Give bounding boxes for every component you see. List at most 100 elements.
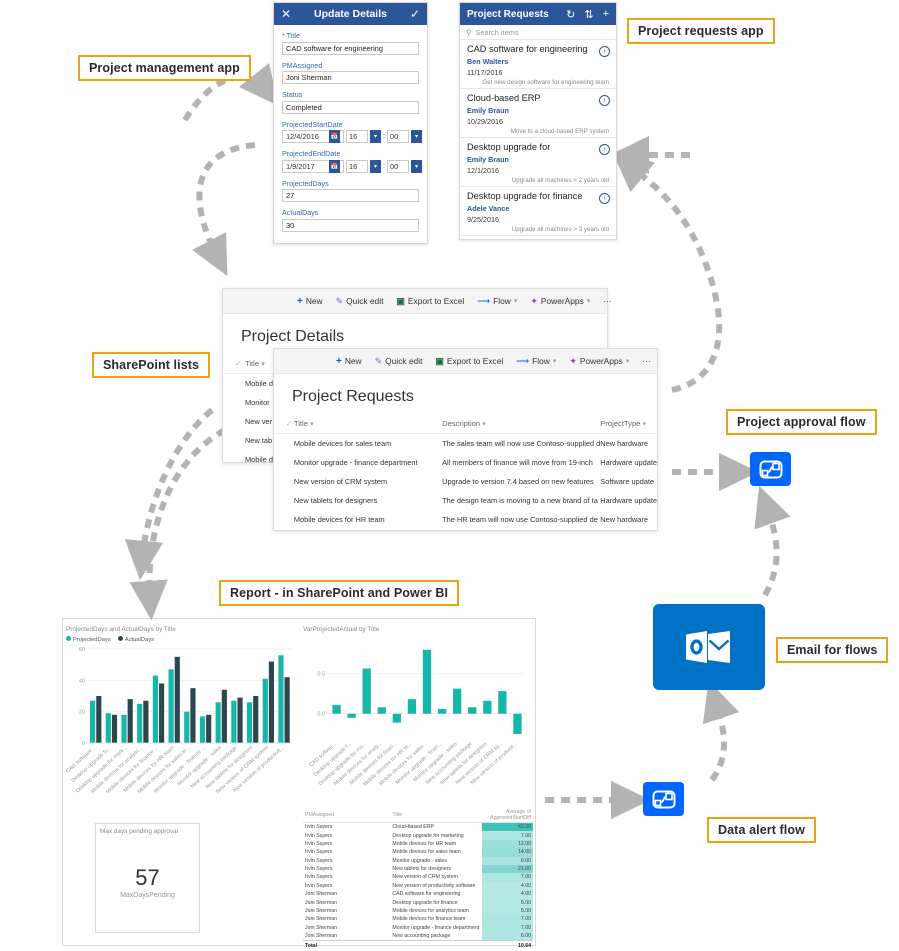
item-person: Ben Walters	[467, 56, 509, 66]
pmassigned-field[interactable]: Joni Sherman	[282, 71, 419, 84]
checkmark-icon[interactable]: ✓	[410, 7, 420, 21]
chevron-down-icon[interactable]: ▾	[370, 130, 381, 143]
chevron-down-icon: ▾	[552, 358, 557, 365]
more-options-button[interactable]: ···	[642, 356, 650, 366]
start-hour-value: 16	[349, 132, 358, 141]
calendar-icon[interactable]: 📅	[329, 159, 340, 173]
chevron-down-icon[interactable]: ▾	[482, 421, 486, 428]
cell-projecttype: Hardware update	[600, 458, 657, 467]
table-row[interactable]: New tablets for designers The design team…	[274, 491, 657, 510]
chevron-right-icon[interactable]: ›	[599, 46, 610, 57]
item-title: CAD software for engineering	[467, 44, 588, 54]
quick-edit-label: Quick edit	[346, 296, 384, 306]
export-to-excel-button[interactable]: ▣ Export to Excel	[396, 296, 464, 307]
actualdays-field[interactable]: 30	[282, 218, 419, 232]
end-minute-value: 00	[389, 161, 399, 171]
flow-label: Flow	[532, 356, 550, 366]
table-row[interactable]: New version of CRM system Upgrade to vers…	[274, 472, 657, 491]
pencil-icon: ✎	[374, 355, 383, 366]
field-label-title: * Title	[282, 31, 300, 40]
status-field[interactable]: Completed	[282, 100, 419, 114]
more-options-button[interactable]: ···	[603, 296, 611, 306]
chevron-down-icon: ▾	[513, 298, 518, 305]
chevron-down-icon: ▾	[625, 358, 630, 365]
powerapps-update-details-form: ✕ Update Details ✓ * Title CAD software …	[273, 2, 428, 244]
select-all-checkbox[interactable]: ✓	[223, 355, 245, 374]
chevron-down-icon[interactable]: ▾	[410, 159, 422, 173]
chevron-right-icon[interactable]: ›	[599, 95, 610, 106]
table-row[interactable]: Mobile devices for sales team The sales t…	[274, 434, 657, 454]
list-item[interactable]: Desktop upgrade for Emily Braun 12/1/201…	[460, 138, 616, 187]
table-header-row: ✓ Title ▾ Description ▾ ProjectType ▾	[274, 415, 657, 434]
projectedenddate-field[interactable]: 1/9/2017 📅	[282, 159, 344, 173]
chevron-right-icon[interactable]: ›	[599, 144, 610, 155]
more-label: ···	[603, 296, 612, 306]
new-button[interactable]: + New	[297, 296, 323, 307]
list-item[interactable]: Cloud-based ERP Emily Braun 10/29/2016 M…	[460, 89, 616, 138]
export-to-excel-button[interactable]: ▣ Export to Excel	[435, 356, 503, 367]
chevron-down-icon[interactable]: ▾	[370, 159, 381, 173]
search-input[interactable]: ⚲ Search items	[460, 25, 616, 40]
start-minute-field[interactable]: 00	[386, 130, 409, 143]
time-colon: :	[383, 133, 385, 140]
select-all-checkbox[interactable]: ✓	[274, 415, 294, 434]
sort-icon[interactable]: ⇅	[584, 8, 593, 21]
requests-table: ✓ Title ▾ Description ▾ ProjectType ▾ Mo…	[274, 415, 657, 529]
end-hour-value: 16	[349, 161, 358, 171]
close-icon[interactable]: ✕	[281, 7, 291, 21]
powerapps-label: PowerApps	[540, 296, 584, 306]
powerapps-menu-button[interactable]: ✦ PowerApps ▾	[569, 356, 629, 367]
search-icon: ⚲	[466, 27, 472, 37]
cell-projecttype: Hardware update	[600, 496, 657, 505]
email-for-flows-icon[interactable]	[653, 604, 765, 690]
cell-projecttype: New hardware	[600, 439, 648, 448]
quick-edit-button[interactable]: ✎ Quick edit	[336, 296, 384, 307]
table-row[interactable]: Monitor upgrade - finance department All …	[274, 453, 657, 472]
plus-icon[interactable]: +	[603, 8, 609, 20]
end-minute-field[interactable]: 00	[386, 159, 409, 173]
cell-title: Mobile devices for HR team	[293, 515, 385, 524]
column-header-projecttype: ProjectType ▾	[600, 415, 657, 434]
powerapps-icon: ✦	[569, 355, 577, 366]
cell-description: The sales team will now use Contoso-supp…	[442, 439, 601, 448]
chevron-down-icon[interactable]: ▾	[310, 421, 314, 428]
new-label: New	[305, 296, 323, 306]
refresh-icon[interactable]: ↻	[566, 8, 575, 21]
powerapps-menu-button[interactable]: ✦ PowerApps ▾	[530, 296, 590, 307]
item-title: Desktop upgrade for finance	[467, 191, 583, 201]
callout-sharepoint-lists: SharePoint lists	[92, 352, 211, 378]
title-field[interactable]: CAD software for engineering	[282, 41, 419, 55]
projectedstartdate-field[interactable]: 12/4/2016 📅	[282, 130, 344, 143]
chevron-down-icon[interactable]: ▾	[261, 361, 265, 368]
calendar-icon[interactable]: 📅	[329, 130, 340, 143]
plus-icon: +	[297, 295, 303, 307]
column-header-title: Title ▾	[293, 415, 443, 434]
cell-description: Upgrade to version 7.4 based on new feat…	[442, 477, 594, 486]
chevron-down-icon[interactable]: ▾	[410, 130, 422, 143]
microsoft-flow-icon	[750, 452, 791, 486]
callout-project-approval-flow: Project approval flow	[726, 409, 877, 435]
start-hour-field[interactable]: 16	[346, 130, 368, 143]
projecteddays-field[interactable]: 27	[282, 189, 419, 202]
new-button[interactable]: + New	[336, 356, 362, 367]
cell-description: All members of finance will move from 19…	[442, 458, 593, 467]
end-hour-field[interactable]: 16	[346, 159, 368, 173]
item-title: Cloud-based ERP	[467, 93, 541, 103]
export-label: Export to Excel	[407, 296, 465, 306]
data-alert-flow-icon[interactable]	[643, 782, 684, 816]
quick-edit-button[interactable]: ✎ Quick edit	[375, 356, 423, 367]
chevron-down-icon[interactable]: ▾	[643, 421, 647, 428]
cell-description: The HR team will now use Contoso-supplie…	[442, 515, 598, 524]
list-item[interactable]: Desktop upgrade for finance Adele Vance …	[460, 187, 616, 236]
start-minute-value: 00	[389, 132, 399, 141]
flow-menu-button[interactable]: ⟶ Flow ▾	[516, 356, 556, 367]
list-item[interactable]: CAD software for engineering Ben Walters…	[460, 40, 616, 89]
item-desc: Upgrade all machines > 3 years old	[511, 225, 609, 233]
project-approval-flow-icon[interactable]	[750, 452, 791, 486]
chevron-right-icon[interactable]: ›	[599, 193, 610, 204]
export-label: Export to Excel	[446, 356, 504, 366]
table-row[interactable]: Mobile devices for HR team The HR team wi…	[274, 510, 657, 529]
form-header: ✕ Update Details ✓	[274, 3, 427, 25]
item-desc: Get new design software for engineering …	[482, 78, 609, 86]
flow-menu-button[interactable]: ⟶ Flow ▾	[477, 296, 517, 307]
